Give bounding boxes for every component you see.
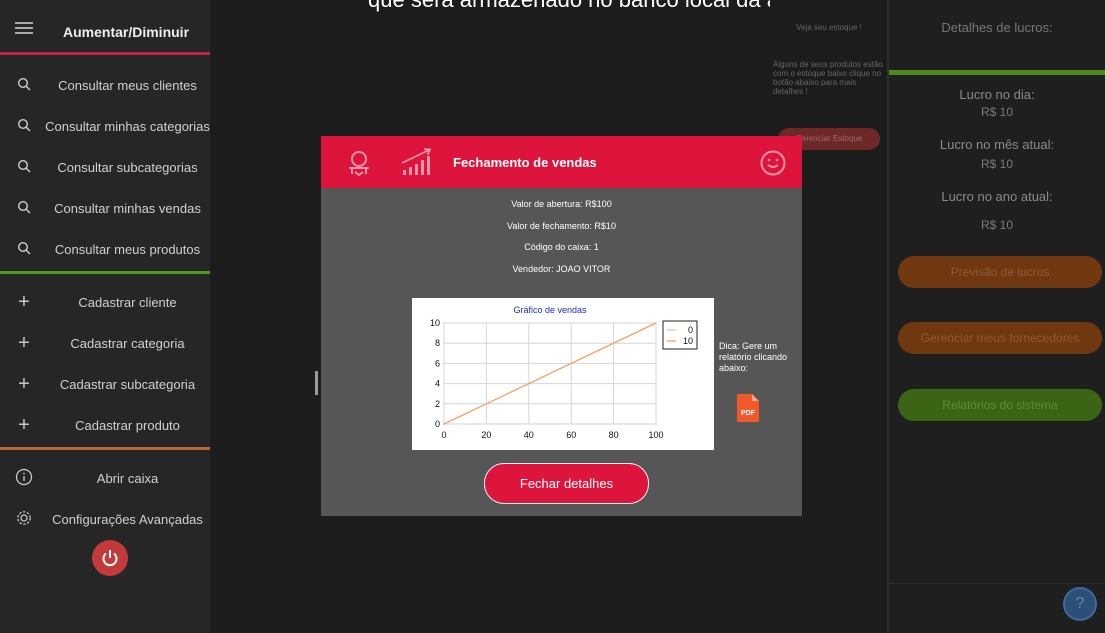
resize-handle[interactable]: [315, 371, 318, 395]
profit-month-label: Lucro no mês atual:: [939, 137, 1055, 152]
sidebar-item-label: Consultar subcategorias: [57, 160, 198, 175]
search-icon: [14, 77, 34, 94]
profit-month-value: R$ 10: [980, 157, 1014, 171]
bottom-divider: [888, 583, 1105, 584]
hamburger-menu-icon[interactable]: [15, 22, 33, 34]
modal-header: Fechamento de vendas: [321, 136, 802, 188]
x-tick-label: 80: [609, 430, 619, 440]
y-tick-label: 0: [435, 419, 440, 429]
sales-chart: Gráfico de vendas 0 20 40 60 80 100 0 2 4 6 8 10 0 10: [412, 298, 714, 450]
sales-chart-svg: Gráfico de vendas0 20 40 60 80 1000246810010: [430, 305, 698, 440]
system-reports-button[interactable]: Relatórios do sistema: [898, 389, 1102, 421]
sidebar-item-label: Cadastrar categoria: [70, 336, 185, 351]
gear-icon: [14, 509, 34, 530]
y-tick-label: 4: [435, 379, 440, 389]
sidebar-item-advanced-settings[interactable]: Configurações Avançadas: [0, 499, 210, 540]
sidebar-header: Aumentar/Diminuir: [0, 0, 210, 52]
y-tick-label: 6: [435, 358, 440, 368]
x-tick-label: 20: [481, 430, 491, 440]
plus-icon: +: [18, 291, 30, 313]
sidebar-item-label: Configurações Avançadas: [52, 512, 203, 527]
sidebar-item-open-cash[interactable]: Abrir caixa: [0, 458, 210, 499]
modal-title: Fechamento de vendas: [453, 155, 597, 170]
info-icon: [14, 468, 34, 489]
sidebar-item-register-category[interactable]: + Cadastrar categoria: [0, 323, 210, 364]
sidebar-item-label: Cadastrar cliente: [78, 295, 177, 310]
profit-forecast-button[interactable]: Previsão de lucros: [898, 256, 1102, 288]
power-button[interactable]: [92, 540, 128, 576]
sidebar-item-label: Cadastrar produto: [75, 418, 180, 433]
plus-icon: +: [18, 332, 30, 354]
search-icon: [14, 159, 34, 176]
y-tick-label: 8: [435, 338, 440, 348]
search-icon: [14, 241, 34, 258]
legend-label: 10: [683, 336, 693, 346]
question-icon: ?: [1075, 595, 1085, 612]
sidebar-item-consult-sales[interactable]: Consultar minhas vendas: [0, 188, 210, 229]
cash-register-icon: [349, 151, 369, 177]
sidebar-item-consult-products[interactable]: Consultar meus produtos: [0, 229, 210, 270]
manage-suppliers-button[interactable]: Gerenciar meus fornecedores: [898, 322, 1102, 354]
sidebar-item-register-product[interactable]: + Cadastrar produto: [0, 405, 210, 446]
sidebar-item-register-client[interactable]: + Cadastrar cliente: [0, 282, 210, 323]
sidebar-item-label: Consultar meus clientes: [58, 78, 197, 93]
profit-header: Detalhes de lucros:: [941, 20, 1053, 35]
x-tick-label: 60: [566, 430, 576, 440]
profit-year-label: Lucro no ano atual:: [941, 189, 1053, 204]
sidebar-item-label: Consultar minhas vendas: [54, 201, 201, 216]
profit-accent-bar: [889, 70, 1105, 75]
chart-title: Gráfico de vendas: [513, 305, 587, 315]
report-tip: Dica: Gere um relatório clicando abaixo:: [719, 341, 788, 373]
sidebar-item-consult-subcategories[interactable]: Consultar subcategorias: [0, 147, 210, 188]
closing-value: Valor de fechamento: R$10: [507, 221, 616, 231]
sidebar-item-label: Cadastrar subcategoria: [59, 377, 196, 392]
y-tick-label: 10: [430, 318, 440, 328]
plus-icon: +: [18, 414, 30, 436]
sidebar-item-label: Abrir caixa: [96, 471, 159, 486]
pdf-icon[interactable]: PDF: [737, 394, 759, 422]
sidebar-item-consult-categories[interactable]: Consultar minhas categorias: [0, 106, 210, 147]
x-tick-label: 100: [648, 430, 663, 440]
sidebar-item-label: Consultar meus produtos: [54, 242, 201, 257]
stock-message: Alguns de seus produtos estão com o esto…: [773, 60, 883, 96]
x-tick-label: 0: [441, 430, 446, 440]
pdf-label: PDF: [741, 410, 756, 417]
profit-day-value: R$ 10: [980, 105, 1014, 119]
sales-closing-modal: Fechamento de vendas Valor de abertura: …: [321, 136, 802, 516]
cash-code: Código do caixa: 1: [524, 242, 599, 252]
power-icon: [102, 550, 118, 567]
legend-label: 0: [688, 325, 693, 335]
search-icon: [14, 118, 34, 135]
search-icon: [14, 200, 34, 217]
sidebar-title[interactable]: Aumentar/Diminuir: [63, 24, 189, 40]
sidebar-item-consult-clients[interactable]: Consultar meus clientes: [0, 65, 210, 106]
x-tick-label: 40: [524, 430, 534, 440]
close-details-button[interactable]: Fechar detalhes: [484, 463, 649, 504]
y-tick-label: 2: [435, 399, 440, 409]
plus-icon: +: [18, 373, 30, 395]
profit-year-value: R$ 10: [980, 218, 1014, 232]
sidebar-item-label: Consultar minhas categorias: [45, 119, 210, 134]
profit-panel: Detalhes de lucros: Lucro no dia: R$ 10 …: [889, 0, 1105, 633]
profit-day-label: Lucro no dia:: [959, 87, 1035, 102]
seller: Vendedor: JOAO VITOR: [512, 264, 611, 274]
opening-value: Valor de abertura: R$100: [511, 199, 612, 209]
stock-header: Veja seu estoque !: [796, 23, 862, 32]
sidebar-item-register-subcategory[interactable]: + Cadastrar subcategoria: [0, 364, 210, 405]
help-button[interactable]: ?: [1063, 587, 1097, 621]
smiley-icon: [760, 150, 786, 176]
sidebar: Aumentar/Diminuir Consultar meus cliente…: [0, 0, 210, 633]
bar-chart-icon: [401, 148, 432, 175]
